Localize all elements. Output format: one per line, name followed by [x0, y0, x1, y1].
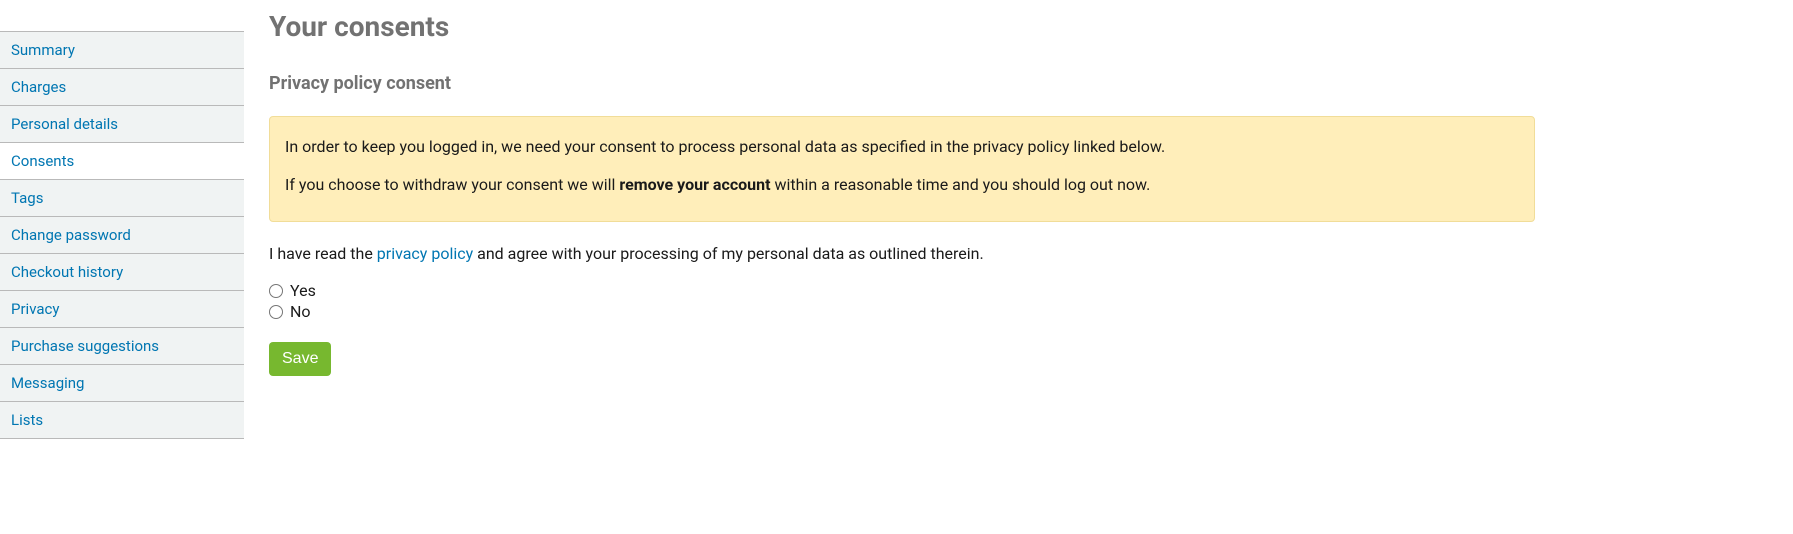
sidebar-item-purchase-suggestions[interactable]: Purchase suggestions: [0, 327, 244, 365]
consent-alert: In order to keep you logged in, we need …: [269, 116, 1535, 222]
consent-statement: I have read the privacy policy and agree…: [269, 244, 1535, 263]
consent-post: and agree with your processing of my per…: [473, 244, 984, 263]
sidebar: Summary Charges Personal details Consent…: [0, 0, 244, 534]
radio-yes-label: Yes: [290, 281, 316, 302]
sidebar-item-messaging[interactable]: Messaging: [0, 364, 244, 402]
radio-row-yes[interactable]: Yes: [269, 281, 1535, 302]
alert-line-2-bold: remove your account: [619, 175, 770, 194]
sidebar-item-personal-details[interactable]: Personal details: [0, 105, 244, 143]
consent-radio-group: Yes No: [269, 281, 1535, 323]
privacy-policy-link[interactable]: privacy policy: [377, 244, 473, 263]
radio-no[interactable]: [269, 305, 283, 319]
sidebar-item-charges[interactable]: Charges: [0, 68, 244, 106]
sidebar-item-tags[interactable]: Tags: [0, 179, 244, 217]
alert-line-2: If you choose to withdraw your consent w…: [285, 174, 1519, 196]
alert-line-2-post: within a reasonable time and you should …: [771, 175, 1151, 194]
section-title: Privacy policy consent: [269, 73, 1535, 94]
main-content: Your consents Privacy policy consent In …: [244, 0, 1793, 534]
sidebar-item-summary[interactable]: Summary: [0, 31, 244, 69]
radio-no-label: No: [290, 302, 311, 323]
sidebar-item-lists[interactable]: Lists: [0, 401, 244, 439]
sidebar-item-change-password[interactable]: Change password: [0, 216, 244, 254]
page-title: Your consents: [269, 10, 1535, 43]
consent-pre: I have read the: [269, 244, 377, 263]
alert-line-1: In order to keep you logged in, we need …: [285, 136, 1519, 158]
alert-line-2-pre: If you choose to withdraw your consent w…: [285, 175, 619, 194]
radio-row-no[interactable]: No: [269, 302, 1535, 323]
save-button[interactable]: Save: [269, 342, 331, 376]
radio-yes[interactable]: [269, 284, 283, 298]
sidebar-item-privacy[interactable]: Privacy: [0, 290, 244, 328]
sidebar-item-checkout-history[interactable]: Checkout history: [0, 253, 244, 291]
sidebar-item-consents[interactable]: Consents: [0, 142, 244, 180]
